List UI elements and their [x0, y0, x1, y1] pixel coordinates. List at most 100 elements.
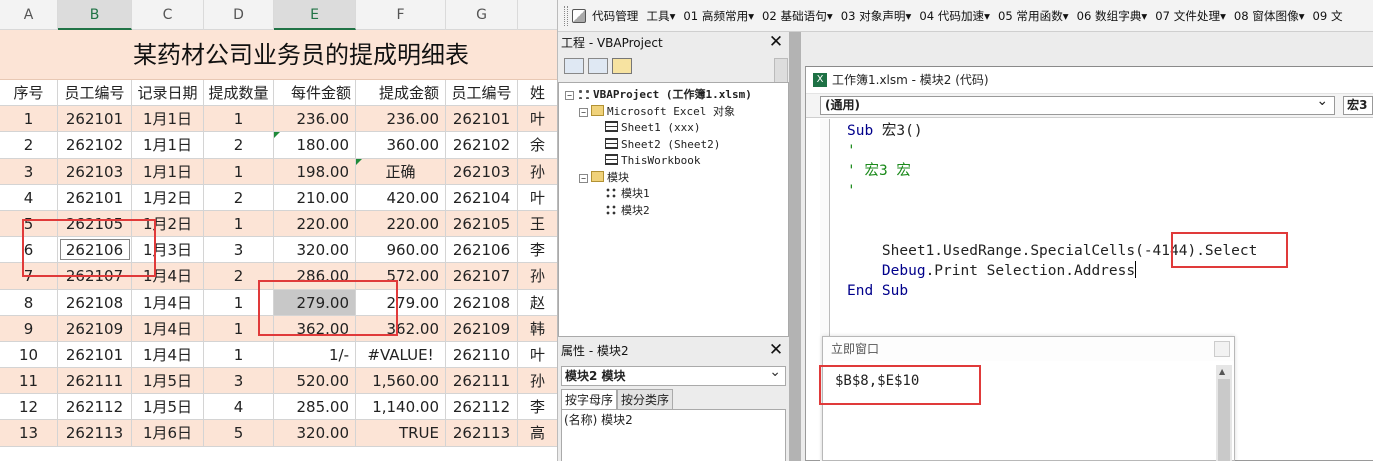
column-header-b[interactable]: B [58, 0, 132, 30]
close-icon[interactable]: ✕ [767, 34, 785, 52]
table-cell[interactable]: 420.00 [356, 184, 446, 210]
table-cell[interactable]: 262112 [446, 394, 518, 420]
table-cell[interactable]: 李 [518, 237, 557, 262]
table-cell[interactable]: TRUE [356, 420, 446, 446]
toolbar-grip[interactable] [564, 5, 568, 26]
header-cell[interactable]: 记录日期 [132, 80, 204, 106]
tree-node-thisworkbook[interactable]: ThisWorkbook [559, 153, 788, 170]
table-cell[interactable]: #VALUE! [356, 341, 446, 368]
table-cell[interactable]: 11 [0, 368, 58, 394]
table-cell[interactable]: 1月5日 [132, 394, 204, 420]
table-cell[interactable]: 1月5日 [132, 368, 204, 394]
table-cell[interactable]: 10 [0, 341, 58, 368]
table-cell[interactable]: 1月1日 [132, 132, 204, 158]
table-cell[interactable]: 262113 [446, 420, 518, 446]
tab-categorized[interactable]: 按分类序 [617, 389, 674, 409]
table-cell[interactable]: 1 [204, 106, 274, 132]
table-cell[interactable]: 1月1日 [132, 106, 204, 132]
toolbar-menu-06[interactable]: 06 数组字典▾ [1073, 8, 1152, 24]
table-cell[interactable]: 262103 [58, 158, 132, 184]
table-cell[interactable]: 180.00 [274, 132, 356, 158]
table-cell[interactable]: 2 [0, 132, 58, 158]
table-cell[interactable]: 高 [518, 420, 557, 445]
table-cell[interactable]: 262101 [58, 341, 132, 368]
toolbar-menu-05[interactable]: 05 常用函数▾ [994, 8, 1073, 24]
tree-node-module1[interactable]: 模块1 [559, 186, 788, 203]
property-row-name[interactable]: (名称) 模块2 [564, 411, 783, 428]
scroll-up-icon[interactable]: ▲ [1219, 367, 1225, 376]
table-cell[interactable]: 2 [204, 184, 274, 210]
table-cell[interactable]: 1月4日 [132, 315, 204, 341]
properties-grid[interactable]: (名称) 模块2 [561, 409, 786, 461]
table-cell[interactable]: 220.00 [274, 210, 356, 237]
table-cell[interactable]: 262107 [446, 263, 518, 289]
table-cell[interactable]: 262103 [446, 158, 518, 184]
table-cell[interactable]: 262101 [58, 184, 132, 210]
table-cell[interactable]: 360.00 [356, 132, 446, 158]
table-cell[interactable]: 262105 [446, 210, 518, 237]
table-cell[interactable]: 3 [204, 368, 274, 394]
view-object-icon[interactable] [588, 58, 608, 74]
column-header-c[interactable]: C [132, 0, 204, 30]
table-cell[interactable]: 262111 [58, 368, 132, 394]
collapse-icon[interactable]: − [579, 107, 588, 117]
table-cell[interactable]: 520.00 [274, 368, 356, 394]
table-cell[interactable]: 5 [204, 420, 274, 446]
table-cell[interactable]: 3 [0, 158, 58, 184]
tab-alphabetic[interactable]: 按字母序 [561, 389, 618, 409]
table-cell[interactable]: 正确 [356, 158, 446, 184]
object-select[interactable]: 模块2 模块 [561, 363, 786, 386]
table-cell[interactable]: 1 [204, 158, 274, 184]
collapse-icon[interactable]: − [565, 91, 574, 100]
header-cell[interactable]: 提成数量 [204, 80, 274, 106]
toolbar-tools[interactable]: 工具▾ [642, 8, 679, 24]
table-cell[interactable]: 320.00 [274, 237, 356, 263]
tree-node-excel-objects[interactable]: − Microsoft Excel 对象 [559, 104, 788, 121]
table-cell[interactable]: 赵 [518, 290, 557, 315]
table-cell[interactable]: 320.00 [274, 420, 356, 446]
table-cell[interactable]: 叶 [518, 342, 557, 367]
scroll-thumb[interactable] [1218, 379, 1230, 461]
table-cell[interactable]: 1,560.00 [356, 368, 446, 394]
table-cell[interactable]: 1 [204, 210, 274, 237]
table-cell[interactable]: 韩 [518, 316, 557, 341]
table-cell[interactable]: 1月4日 [132, 289, 204, 315]
table-cell[interactable]: 孙 [518, 368, 557, 393]
header-cell[interactable]: 序号 [0, 80, 58, 106]
column-header-a[interactable]: A [0, 0, 58, 30]
table-cell[interactable]: 1月4日 [132, 341, 204, 368]
sheet-title[interactable]: 某药材公司业务员的提成明细表 [0, 30, 557, 80]
table-cell[interactable]: 262102 [58, 132, 132, 158]
immediate-scrollbar[interactable]: ▲ [1216, 365, 1232, 461]
table-cell[interactable]: 236.00 [356, 106, 446, 132]
toggle-folders-icon[interactable] [612, 58, 632, 74]
table-cell[interactable]: 1 [0, 106, 58, 132]
table-cell[interactable]: 262104 [446, 184, 518, 210]
collapse-icon[interactable]: − [579, 173, 588, 183]
table-cell[interactable]: 1月6日 [132, 420, 204, 446]
table-cell[interactable]: 236.00 [274, 106, 356, 132]
tree-node-project[interactable]: − VBAProject (工作簿1.xlsm) [559, 87, 788, 104]
table-cell[interactable]: 孙 [518, 263, 557, 288]
column-header-d[interactable]: D [204, 0, 274, 30]
table-cell[interactable]: 王 [518, 211, 557, 236]
tree-node-sheet2[interactable]: Sheet2 (Sheet2) [559, 137, 788, 154]
table-cell[interactable]: 1月2日 [132, 184, 204, 210]
table-cell[interactable]: 9 [0, 315, 58, 341]
table-cell[interactable]: 960.00 [356, 237, 446, 263]
column-header-f[interactable]: F [356, 0, 446, 30]
table-cell[interactable]: 262101 [58, 106, 132, 132]
toolbar-menu-04[interactable]: 04 代码加速▾ [915, 8, 994, 24]
table-cell[interactable]: 262101 [446, 106, 518, 132]
column-header-e[interactable]: E [274, 0, 356, 30]
tree-node-module2[interactable]: 模块2 [559, 203, 788, 220]
column-header-g[interactable]: G [446, 0, 518, 30]
table-cell[interactable]: 1/- [274, 341, 356, 368]
table-cell[interactable]: 220.00 [356, 210, 446, 237]
object-combo[interactable]: (通用) [820, 93, 1336, 115]
table-cell[interactable]: 262102 [446, 132, 518, 158]
header-cell[interactable]: 每件金额 [274, 80, 356, 106]
excel-sheet[interactable]: A B C D E F G 某药材公司业务员的提成明细表 序号 员工编号 记录日… [0, 0, 557, 461]
table-cell[interactable]: 262112 [58, 394, 132, 420]
table-cell[interactable]: 8 [0, 289, 58, 315]
